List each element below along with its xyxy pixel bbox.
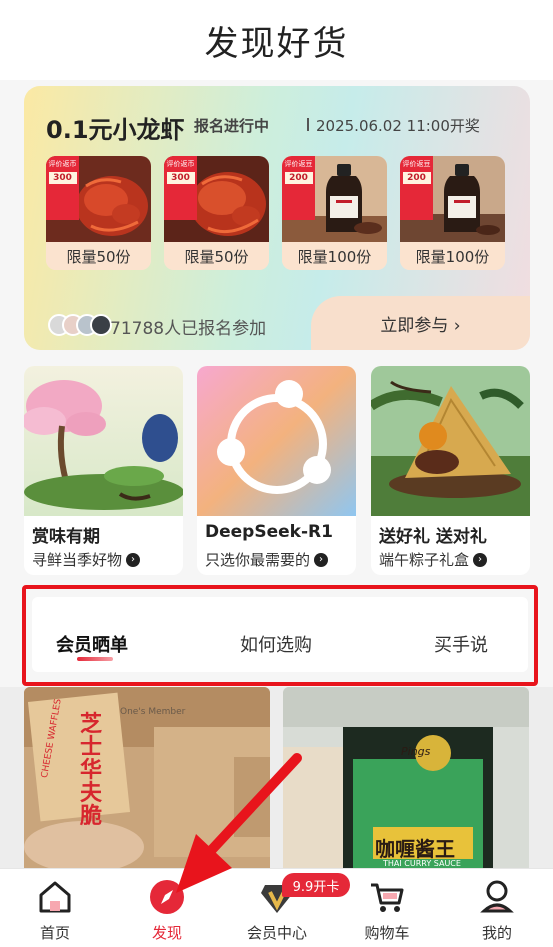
feature-card-deepseek[interactable]: DeepSeek-R1 只选你最需要的 ›: [197, 366, 356, 575]
avatar: [90, 314, 112, 336]
feed-post-subtitle: THAI CURRY SAUCE: [383, 859, 461, 868]
nav-home-label: 首页: [39, 924, 70, 942]
feature-card-seasonal[interactable]: 赏味有期 寻鲜当季好物 ›: [24, 366, 183, 575]
promo-draw-time: 2025.06.02 11:00开奖: [316, 117, 480, 135]
compass-icon: [150, 880, 184, 914]
feed-post-1[interactable]: 芝士华夫脆 CHEESE WAFFLES One's Member: [24, 687, 270, 870]
nav-profile-label: 我的: [481, 924, 512, 942]
product-quota-label: 限量50份: [46, 242, 151, 270]
promo-status: 报名进行中: [194, 117, 270, 135]
product-quota-label: 限量100份: [282, 242, 387, 270]
product-quota-label: 限量100份: [400, 242, 505, 270]
cart-icon: [371, 883, 404, 912]
reward-amount: 300: [166, 172, 195, 184]
reward-tag: 评价返币 300: [164, 156, 197, 220]
profile-icon: [480, 880, 514, 913]
participant-count: 71788人已报名参加: [110, 319, 267, 339]
reward-amount: 200: [284, 172, 313, 184]
feature-card-zongzi[interactable]: 送好礼 送对礼 端午粽子礼盒 ›: [371, 366, 530, 575]
promo-product-1[interactable]: 评价返币 300 限量50份: [46, 156, 151, 270]
chevron-right-icon: ›: [126, 552, 141, 567]
feed-post-title: 芝士华夫脆: [80, 712, 103, 829]
nav-discover[interactable]: 发现: [127, 869, 207, 947]
card-title: 赏味有期: [32, 527, 100, 547]
page-header: 发现好货: [0, 0, 553, 80]
zongzi-image: [371, 366, 530, 516]
tab-member-reviews[interactable]: 会员晒单: [56, 631, 128, 657]
tab-buyer-says[interactable]: 买手说: [434, 631, 488, 657]
reward-tag: 评价返币 300: [46, 156, 79, 220]
nav-cart[interactable]: 购物车: [347, 869, 427, 947]
join-now-button[interactable]: 立即参与 ›: [311, 296, 530, 350]
promo-product-4[interactable]: 评价返豆 200 限量100份: [400, 156, 505, 270]
chevron-right-icon: ›: [314, 552, 329, 567]
promo-product-3[interactable]: 评价返豆 200 限量100份: [282, 156, 387, 270]
nav-discover-label: 发现: [151, 924, 182, 942]
feed-post-2[interactable]: Pings 咖喱酱王 THAI CURRY SAUCE: [283, 687, 529, 870]
card-title: 送好礼 送对礼: [379, 527, 487, 547]
tab-how-to-choose[interactable]: 如何选购: [240, 631, 312, 657]
highlight-box: 会员晒单 如何选购 买手说: [22, 585, 538, 686]
feed-post-brand: Pings: [401, 745, 431, 758]
card-title: DeepSeek-R1: [205, 522, 333, 542]
reward-tag: 评价返豆 200: [282, 156, 315, 220]
nav-member-center-label: 会员中心: [246, 924, 307, 942]
card-subtitle: 只选你最需要的 ›: [205, 549, 329, 570]
participant-avatars: [48, 314, 112, 336]
feed-post-title: 咖喱酱王: [375, 837, 455, 861]
seasonal-landscape-image: [24, 366, 183, 516]
nav-cart-label: 购物车: [364, 924, 410, 942]
content-tabs: 会员晒单 如何选购 买手说: [32, 597, 528, 672]
bottom-tab-bar: 首页 发现 会员中心 购物车 我的: [0, 868, 553, 947]
feed-post-brand: One's Member: [120, 707, 186, 717]
home-icon: [39, 881, 71, 913]
divider: [307, 118, 309, 131]
promo-title: 0.1元小龙虾: [46, 116, 185, 144]
card-subtitle: 寻鲜当季好物 ›: [32, 549, 141, 570]
nav-profile[interactable]: 我的: [457, 869, 537, 947]
promo-banner[interactable]: 0.1元小龙虾 报名进行中 2025.06.02 11:00开奖 评价返币 30…: [24, 86, 530, 350]
deepseek-share-image: [197, 366, 356, 516]
reward-tag: 评价返豆 200: [400, 156, 433, 220]
reward-amount: 300: [48, 172, 77, 184]
nav-home[interactable]: 首页: [15, 869, 95, 947]
active-tab-indicator: [77, 657, 113, 661]
page-title: 发现好货: [204, 23, 349, 64]
card-subtitle: 端午粽子礼盒 ›: [379, 549, 488, 570]
product-quota-label: 限量50份: [164, 242, 269, 270]
promo-product-2[interactable]: 评价返币 300 限量50份: [164, 156, 269, 270]
reward-amount: 200: [402, 172, 431, 184]
chevron-right-icon: ›: [473, 552, 488, 567]
vip-offer-badge: 9.9开卡: [282, 873, 350, 897]
feed-area: 芝士华夫脆 CHEESE WAFFLES One's Member Pings …: [0, 687, 553, 870]
